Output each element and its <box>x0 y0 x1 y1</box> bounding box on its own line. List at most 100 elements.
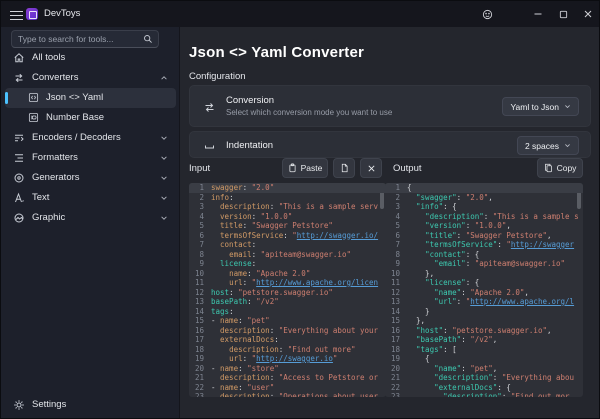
paste-button[interactable]: Paste <box>282 158 328 178</box>
conversion-mode-dropdown[interactable]: Yaml to Json <box>502 97 579 116</box>
line-number: 22 <box>385 383 407 393</box>
editor-line: 5 "version": "1.0.0", <box>385 221 583 231</box>
line-number: 3 <box>385 202 407 212</box>
clear-input-button[interactable] <box>360 158 382 178</box>
editor-line: 13 "url": "http://www.apache.org/l <box>385 297 583 307</box>
editor-line: 20 "name": "pet", <box>385 364 583 374</box>
chevron-down-icon[interactable] <box>160 194 168 202</box>
clipboard-icon <box>288 163 297 173</box>
editor-line: 20- name: "store" <box>189 364 386 374</box>
feedback-icon[interactable] <box>478 5 496 23</box>
editor-line: 7 "termsOfService": "http://swagger <box>385 240 583 250</box>
generators-icon <box>13 172 25 184</box>
line-number: 19 <box>189 354 211 364</box>
line-number: 12 <box>189 288 211 298</box>
line-number: 23 <box>385 392 407 397</box>
devtoys-logo-icon <box>26 8 38 20</box>
sidebar-item-graphic[interactable]: Graphic <box>5 208 176 228</box>
editor-line: 12 "name": "Apache 2.0", <box>385 288 583 298</box>
editor-line: 18 "tags": [ <box>385 345 583 355</box>
chevron-up-icon[interactable] <box>160 74 168 82</box>
editor-line: 10 }, <box>385 269 583 279</box>
close-button[interactable] <box>579 5 597 23</box>
editor-line: 4 version: "1.0.0" <box>189 212 386 222</box>
conversion-title: Conversion <box>226 95 274 106</box>
graphic-icon <box>13 212 25 224</box>
editor-line: 15- name: "pet" <box>189 316 386 326</box>
editor-line: 13basePath: "/v2" <box>189 297 386 307</box>
sidebar-item-generators[interactable]: Generators <box>5 168 176 188</box>
sidebar-item-json-yaml[interactable]: Json <> Yaml <box>5 88 176 108</box>
editor-line: 23 "description": "Find out mor <box>385 392 583 397</box>
line-number: 20 <box>189 364 211 374</box>
conversion-subtitle: Select which conversion mode you want to… <box>226 108 392 117</box>
indentation-dropdown[interactable]: 2 spaces <box>517 136 579 155</box>
editor-line: 22- name: "user" <box>189 383 386 393</box>
editor-line: 22 "externalDocs": { <box>385 383 583 393</box>
sidebar-item-number-base[interactable]: Number Base <box>5 108 176 128</box>
conversion-mode-value: Yaml to Json <box>510 102 559 112</box>
line-number: 8 <box>385 250 407 260</box>
page-title: Json <> Yaml Converter <box>189 44 364 61</box>
line-number: 2 <box>385 193 407 203</box>
indentation-title: Indentation <box>226 140 273 151</box>
editor-line: 14 } <box>385 307 583 317</box>
indentation-card: Indentation 2 spaces <box>189 131 591 158</box>
sidebar-item-encoders-decoders[interactable]: Encoders / Decoders <box>5 128 176 148</box>
titlebar: DevToys <box>1 1 599 27</box>
formatters-icon <box>13 152 25 164</box>
chevron-down-icon <box>564 142 571 149</box>
editor-line: 1swagger: "2.0" <box>189 183 386 193</box>
output-editor[interactable]: 1{2 "swagger": "2.0",3 "info": {4 "descr… <box>385 183 583 397</box>
text-tool-icon <box>13 192 25 204</box>
close-icon <box>367 164 376 173</box>
line-number: 14 <box>189 307 211 317</box>
sidebar-item-converters[interactable]: Converters <box>5 68 176 88</box>
input-editor[interactable]: 1swagger: "2.0"2info:3 description: "Thi… <box>189 183 386 397</box>
editor-line: 11 "license": { <box>385 278 583 288</box>
sidebar-item-formatters[interactable]: Formatters <box>5 148 176 168</box>
editor-line: 3 "info": { <box>385 202 583 212</box>
line-number: 8 <box>189 250 211 260</box>
search-input[interactable] <box>18 31 138 47</box>
chevron-down-icon[interactable] <box>160 174 168 182</box>
chevron-down-icon[interactable] <box>160 154 168 162</box>
line-number: 13 <box>189 297 211 307</box>
line-number: 5 <box>385 221 407 231</box>
maximize-button[interactable] <box>554 5 572 23</box>
editor-line: 3 description: "This is a sample serv <box>189 202 386 212</box>
home-icon <box>13 52 25 64</box>
search-box[interactable] <box>11 30 159 48</box>
editor-line: 1{ <box>385 183 583 193</box>
line-number: 1 <box>385 183 407 193</box>
sidebar-item-all-tools[interactable]: All tools <box>5 48 176 68</box>
editor-line: 11 url: "http://www.apache.org/licen <box>189 278 386 288</box>
open-file-button[interactable] <box>333 158 355 178</box>
line-number: 9 <box>189 259 211 269</box>
conversion-swap-icon <box>203 101 216 114</box>
line-number: 7 <box>385 240 407 250</box>
line-number: 17 <box>385 335 407 345</box>
sidebar-item-settings[interactable]: Settings <box>5 395 176 415</box>
hamburger-menu-button[interactable] <box>10 8 23 20</box>
line-number: 16 <box>189 326 211 336</box>
line-number: 11 <box>385 278 407 288</box>
minimize-button[interactable] <box>529 5 547 23</box>
line-number: 17 <box>189 335 211 345</box>
chevron-down-icon[interactable] <box>160 134 168 142</box>
editor-line: 16 "host": "petstore.swagger.io", <box>385 326 583 336</box>
sidebar: All tools Converters Json <> Yaml <box>1 27 180 419</box>
line-number: 4 <box>189 212 211 222</box>
editor-line: 2info: <box>189 193 386 203</box>
editor-line: 18 description: "Find out more" <box>189 345 386 355</box>
line-number: 18 <box>189 345 211 355</box>
output-label: Output <box>393 163 422 174</box>
search-icon[interactable] <box>143 34 153 44</box>
line-number: 9 <box>385 259 407 269</box>
chevron-down-icon[interactable] <box>160 214 168 222</box>
editor-line: 5 title: "Swagger Petstore" <box>189 221 386 231</box>
editor-line: 8 "contact": { <box>385 250 583 260</box>
sidebar-item-text[interactable]: Text <box>5 188 176 208</box>
editor-line: 6 termsOfService: "http://swagger.io/ <box>189 231 386 241</box>
copy-button[interactable]: Copy <box>537 158 583 178</box>
